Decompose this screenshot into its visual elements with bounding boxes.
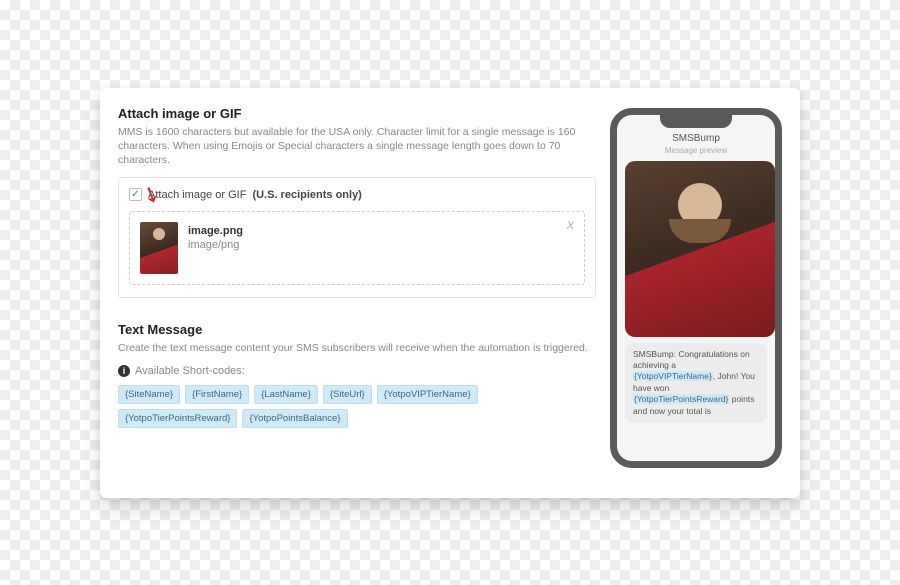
file-dropzone[interactable]: image.png image/png X <box>129 211 585 285</box>
file-mime: image/png <box>188 238 243 252</box>
settings-card: ➘ Attach image or GIF MMS is 1600 charac… <box>100 88 800 498</box>
attach-panel: ✓ Attach image or GIF (U.S. recipients o… <box>118 177 596 298</box>
phone-screen: SMSBump Message preview SMSBump: Congrat… <box>617 115 775 424</box>
shortcode-chip[interactable]: {SiteName} <box>118 385 180 404</box>
info-icon: i <box>118 365 130 377</box>
shortcode-chip[interactable]: {YotpoVIPTierName} <box>377 385 478 404</box>
file-meta: image.png image/png <box>188 222 243 274</box>
phone-notch <box>660 114 732 128</box>
preview-image <box>625 161 775 337</box>
shortcode-chips: {SiteName} {FirstName} {LastName} {SiteU… <box>118 385 596 428</box>
text-message-description: Create the text message content your SMS… <box>118 341 596 355</box>
preview-subtitle: Message preview <box>625 146 767 155</box>
text-message-section: Text Message Create the text message con… <box>118 318 596 428</box>
left-column: Attach image or GIF MMS is 1600 characte… <box>118 106 596 498</box>
shortcode-chip[interactable]: {SiteUrl} <box>323 385 372 404</box>
available-shortcodes-row: i Available Short-codes: <box>118 365 596 377</box>
file-thumbnail <box>140 222 178 274</box>
phone-preview: SMSBump Message preview SMSBump: Congrat… <box>610 108 782 468</box>
shortcode-chip[interactable]: {LastName} <box>254 385 318 404</box>
attach-checkbox-row[interactable]: ✓ Attach image or GIF (U.S. recipients o… <box>129 188 585 201</box>
text-message-heading: Text Message <box>118 322 596 337</box>
shortcode-chip[interactable]: {FirstName} <box>185 385 249 404</box>
attach-description: MMS is 1600 characters but available for… <box>118 125 596 168</box>
shortcode-chip[interactable]: {YotpoTierPointsReward} <box>118 409 237 428</box>
attach-heading: Attach image or GIF <box>118 106 596 121</box>
bubble-shortcode: {YotpoTierPointsReward} <box>633 394 729 404</box>
bubble-text: SMSBump: Congratulations on achieving a <box>633 349 750 370</box>
available-shortcodes-label: Available Short-codes: <box>135 365 245 377</box>
bubble-shortcode: {YotpoVIPTierName} <box>633 371 713 381</box>
file-remove-button[interactable]: X <box>567 220 574 232</box>
attach-checkbox-suffix: (U.S. recipients only) <box>252 189 361 201</box>
preview-app-title: SMSBump <box>625 133 767 144</box>
file-name: image.png <box>188 224 243 238</box>
shortcode-chip[interactable]: {YotpoPointsBalance} <box>242 409 347 428</box>
preview-message-bubble: SMSBump: Congratulations on achieving a … <box>625 343 767 424</box>
